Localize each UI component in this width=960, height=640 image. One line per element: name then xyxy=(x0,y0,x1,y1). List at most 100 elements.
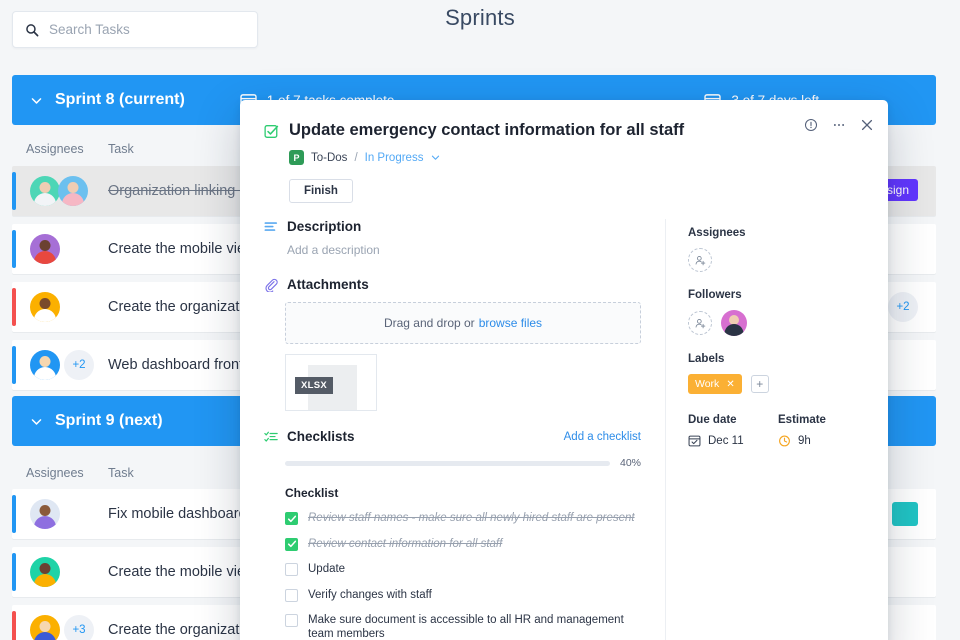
col-assignees: Assignees xyxy=(26,466,84,480)
description-title: Description xyxy=(287,219,362,235)
checkbox-icon[interactable] xyxy=(285,563,298,577)
row-task-name: Create the organizati xyxy=(108,622,243,638)
clock-icon xyxy=(778,434,791,447)
list-item[interactable]: Review contact information for all staff xyxy=(285,537,641,551)
checklist-item-text: Review staff names - make sure all newly… xyxy=(308,512,635,525)
finish-button[interactable]: Finish xyxy=(289,179,353,204)
row-task-name: Create the mobile vie xyxy=(108,564,246,580)
calendar-icon xyxy=(688,434,701,447)
remove-label-icon[interactable]: ✕ xyxy=(726,379,734,390)
avatar[interactable] xyxy=(721,310,747,337)
label-chip[interactable]: Work ✕ xyxy=(688,374,742,395)
page-title: Sprints xyxy=(445,5,515,30)
breadcrumb: P To-Dos / In Progress xyxy=(289,150,864,166)
due-date-value: Dec 11 xyxy=(708,434,744,447)
add-follower-icon[interactable] xyxy=(688,311,712,336)
assignees-label: Assignees xyxy=(688,227,746,240)
row-avatars[interactable]: +2 xyxy=(12,350,108,380)
checkbox-icon[interactable] xyxy=(285,588,298,602)
row-extra-count[interactable]: +3 xyxy=(64,615,94,640)
modal-title-row: Update emergency contact information for… xyxy=(264,120,864,141)
description-placeholder[interactable]: Add a description xyxy=(287,243,641,257)
col-assignees: Assignees xyxy=(26,142,84,156)
browse-files-link[interactable]: browse files xyxy=(479,316,542,330)
progress-track xyxy=(285,460,610,466)
attachments-heading: Attachments xyxy=(264,277,641,292)
modal-main-column: Description Add a description Attachment… xyxy=(240,219,665,640)
checklists-header: Checklists Add a checklist xyxy=(264,429,641,444)
paperclip-icon xyxy=(264,278,278,292)
task-check-icon[interactable] xyxy=(264,124,279,139)
row-avatars[interactable] xyxy=(12,499,108,529)
row-task-name: Web dashboard front xyxy=(108,357,244,373)
due-date-value-row[interactable]: Dec 11 xyxy=(688,434,778,447)
checklist-item-text: Make sure document is accessible to all … xyxy=(308,613,624,640)
due-date-block: Due date Dec 11 xyxy=(688,414,778,447)
row-task-name: Create the organizati xyxy=(108,299,243,315)
followers-row xyxy=(688,310,868,337)
checkbox-icon[interactable] xyxy=(285,613,298,627)
attachments-title: Attachments xyxy=(287,277,369,293)
task-detail-modal: Update emergency contact information for… xyxy=(240,100,888,640)
col-task: Task xyxy=(108,142,134,156)
checkbox-checked-icon[interactable] xyxy=(285,512,298,526)
avatar xyxy=(30,350,60,380)
estimate-block: Estimate 9h xyxy=(778,414,868,447)
add-label-icon[interactable]: + xyxy=(750,375,769,394)
avatar xyxy=(58,176,88,206)
estimate-value-row[interactable]: 9h xyxy=(778,434,868,447)
row-avatars[interactable] xyxy=(12,292,108,322)
sprint-name: Sprint 8 (current) xyxy=(55,91,185,108)
label-chip-text: Work xyxy=(695,378,720,391)
row-task-name: Organization linking l xyxy=(108,183,243,199)
status-label[interactable]: In Progress xyxy=(365,152,424,164)
row-avatars[interactable]: +3 xyxy=(12,615,108,640)
checkbox-checked-icon[interactable] xyxy=(285,537,298,551)
avatar xyxy=(30,499,60,529)
more-options-icon[interactable] xyxy=(832,118,846,132)
row-task-name: Fix mobile dashboard xyxy=(108,506,247,522)
project-badge: P xyxy=(289,150,304,166)
sprint-name: Sprint 9 (next) xyxy=(55,412,163,429)
row-avatars[interactable] xyxy=(12,176,108,206)
row-extra-count[interactable]: +2 xyxy=(64,350,94,380)
add-assignee-icon[interactable] xyxy=(688,248,712,273)
assignees-row xyxy=(688,248,868,273)
avatar xyxy=(30,557,60,587)
close-icon[interactable] xyxy=(860,118,874,132)
checklist-icon xyxy=(264,430,278,444)
breadcrumb-separator: / xyxy=(354,151,358,164)
project-name[interactable]: To-Dos xyxy=(311,152,347,164)
attachment-thumbnail[interactable]: XLSX xyxy=(285,354,377,412)
checklists-heading: Checklists xyxy=(264,429,355,444)
avatar xyxy=(30,615,60,640)
followers-block: Followers xyxy=(688,289,868,337)
info-icon[interactable] xyxy=(804,118,818,132)
attachment-dropzone[interactable]: Drag and drop or browse files xyxy=(285,302,641,345)
list-item[interactable]: Review staff names - make sure all newly… xyxy=(285,511,641,526)
row-avatars[interactable] xyxy=(12,234,108,264)
modal-sidebar: Assignees Followers Labels Work ✕ + Due … xyxy=(665,219,888,640)
labels-row: Work ✕ + xyxy=(688,374,868,395)
col-task: Task xyxy=(108,466,134,480)
sprints-app: Sprints Sprint 8 (current) 1 of 7 tasks … xyxy=(0,0,960,640)
modal-controls xyxy=(804,118,874,132)
chevron-down-icon[interactable] xyxy=(430,152,441,163)
checklist-name: Checklist xyxy=(285,486,339,501)
row-task-name: Create the mobile vie xyxy=(108,241,246,257)
list-item[interactable]: Verify changes with staff xyxy=(285,588,641,602)
add-checklist-link[interactable]: Add a checklist xyxy=(564,431,641,443)
chevron-down-icon xyxy=(30,94,43,107)
list-item[interactable]: Update xyxy=(285,562,641,577)
list-item[interactable]: Make sure document is accessible to all … xyxy=(285,613,641,640)
row-status-bar xyxy=(12,288,16,326)
row-avatars[interactable] xyxy=(12,557,108,587)
file-type-badge: XLSX xyxy=(295,377,334,395)
estimate-value: 9h xyxy=(798,434,811,447)
row-chip[interactable] xyxy=(892,502,918,526)
followers-label: Followers xyxy=(688,289,742,302)
checklist-item-text: Review contact information for all staff xyxy=(308,537,503,550)
labels-block: Labels Work ✕ + xyxy=(688,353,868,395)
row-status-bar xyxy=(12,553,16,591)
row-extra-count[interactable]: +2 xyxy=(888,292,918,322)
